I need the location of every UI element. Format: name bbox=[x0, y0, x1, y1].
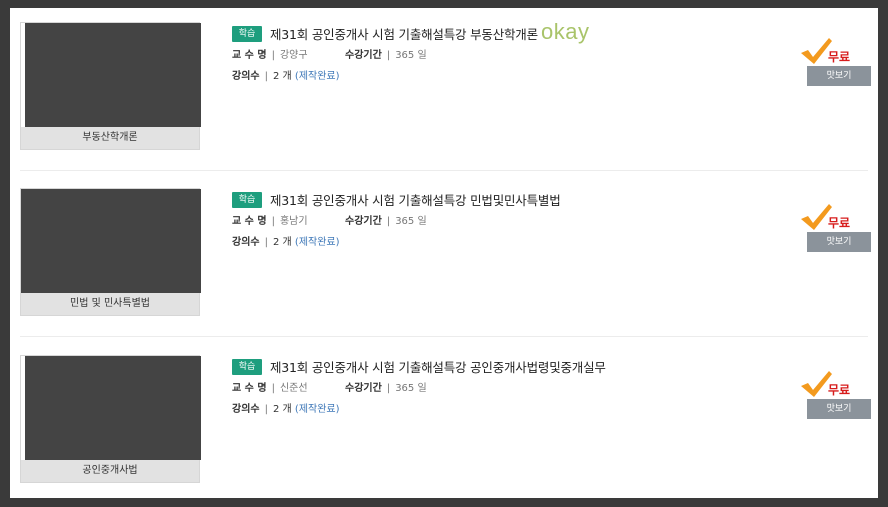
price-free: 무료 bbox=[828, 50, 851, 64]
separator: | bbox=[271, 216, 275, 227]
professor-label: 교 수 명 bbox=[232, 216, 267, 227]
course-divider bbox=[20, 170, 868, 171]
thumbnail-image[interactable] bbox=[25, 23, 201, 127]
separator: | bbox=[386, 383, 391, 394]
course-item: 민법 및 민사특별법 학습 제31회 공인중개사 시험 기출해설특강 민법및민사… bbox=[10, 174, 878, 340]
professor-name: 홍남기 bbox=[279, 216, 308, 227]
period-value: 365 일 bbox=[395, 216, 427, 227]
professor-name: 강양구 bbox=[279, 50, 308, 61]
separator: | bbox=[386, 50, 391, 61]
study-badge: 학습 bbox=[232, 26, 262, 42]
production-status: (제작완료) bbox=[294, 71, 340, 82]
separator: | bbox=[264, 404, 268, 415]
period-group: 수강기간 | 365 일 bbox=[345, 379, 427, 394]
separator: | bbox=[271, 50, 275, 61]
separator: | bbox=[264, 71, 268, 82]
thumbnail-caption: 공인중개사법 bbox=[21, 460, 199, 482]
lectures-count: 2 개 bbox=[272, 404, 292, 415]
separator: | bbox=[271, 383, 275, 394]
lectures-label: 강의수 bbox=[232, 404, 260, 415]
period-label: 수강기간 bbox=[345, 216, 382, 227]
course-divider bbox=[20, 336, 868, 337]
course-lectures-row: 강의수 | 2 개 (제작완료) bbox=[232, 233, 340, 248]
thumbnail-image[interactable] bbox=[25, 356, 201, 460]
course-meta-row: 교 수 명 | 신준선 수강기간 | 365 일 bbox=[232, 379, 427, 394]
professor-label: 교 수 명 bbox=[232, 50, 267, 61]
course-thumbnail[interactable]: 민법 및 민사특별법 bbox=[20, 188, 201, 316]
period-label: 수강기간 bbox=[345, 383, 382, 394]
separator: | bbox=[386, 216, 391, 227]
separator: | bbox=[264, 237, 268, 248]
course-lectures-row: 강의수 | 2 개 (제작완료) bbox=[232, 400, 340, 415]
period-value: 365 일 bbox=[395, 383, 427, 394]
study-badge: 학습 bbox=[232, 359, 262, 375]
thumbnail-caption: 부동산학개론 bbox=[21, 127, 199, 149]
production-status: (제작완료) bbox=[294, 404, 340, 415]
lectures-label: 강의수 bbox=[232, 237, 260, 248]
course-meta-row: 교 수 명 | 강양구 수강기간 | 365 일 bbox=[232, 46, 427, 61]
course-item: 부동산학개론 학습 제31회 공인중개사 시험 기출해설특강 부동산학개론 ok… bbox=[10, 8, 878, 174]
period-value: 365 일 bbox=[395, 50, 427, 61]
course-meta-row: 교 수 명 | 홍남기 수강기간 | 365 일 bbox=[232, 212, 427, 227]
course-list-panel: 부동산학개론 학습 제31회 공인중개사 시험 기출해설특강 부동산학개론 ok… bbox=[10, 8, 878, 498]
lectures-count: 2 개 bbox=[272, 71, 292, 82]
preview-button[interactable]: 맛보기 bbox=[807, 399, 871, 419]
course-title[interactable]: 제31회 공인중개사 시험 기출해설특강 공인중개사법령및중개실무 bbox=[270, 357, 606, 376]
course-lectures-row: 강의수 | 2 개 (제작완료) bbox=[232, 67, 340, 82]
course-item: 공인중개사법 학습 제31회 공인중개사 시험 기출해설특강 공인중개사법령및중… bbox=[10, 341, 878, 507]
price-free: 무료 bbox=[828, 383, 851, 397]
lectures-count: 2 개 bbox=[272, 237, 292, 248]
price-free: 무료 bbox=[828, 216, 851, 230]
study-badge: 학습 bbox=[232, 192, 262, 208]
course-title[interactable]: 제31회 공인중개사 시험 기출해설특강 부동산학개론 bbox=[270, 24, 538, 43]
production-status: (제작완료) bbox=[294, 237, 340, 248]
lectures-label: 강의수 bbox=[232, 71, 260, 82]
thumbnail-caption: 민법 및 민사특별법 bbox=[21, 293, 199, 315]
period-group: 수강기간 | 365 일 bbox=[345, 212, 427, 227]
course-thumbnail[interactable]: 부동산학개론 bbox=[20, 22, 201, 150]
preview-button[interactable]: 맛보기 bbox=[807, 66, 871, 86]
professor-name: 신준선 bbox=[279, 383, 308, 394]
professor-label: 교 수 명 bbox=[232, 383, 267, 394]
preview-button[interactable]: 맛보기 bbox=[807, 232, 871, 252]
course-title[interactable]: 제31회 공인중개사 시험 기출해설특강 민법및민사특별법 bbox=[270, 190, 561, 209]
thumbnail-image[interactable] bbox=[21, 189, 201, 293]
course-thumbnail[interactable]: 공인중개사법 bbox=[20, 355, 201, 483]
period-label: 수강기간 bbox=[345, 50, 382, 61]
okay-label: okay bbox=[541, 19, 590, 44]
period-group: 수강기간 | 365 일 bbox=[345, 46, 427, 61]
